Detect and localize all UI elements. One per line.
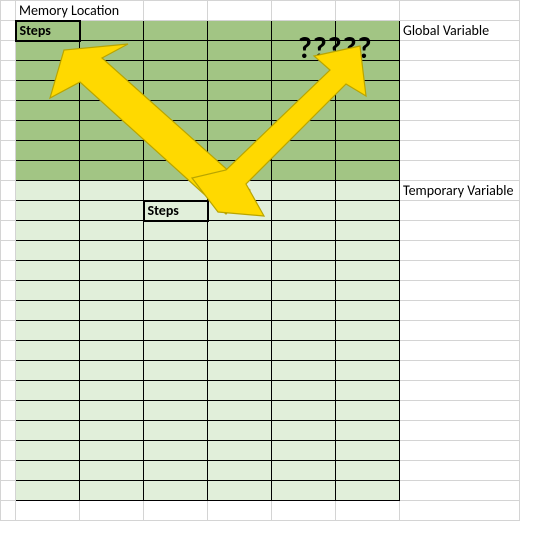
steps-cell-temporary: Steps [144,201,208,221]
page-title: Memory Location [16,1,144,21]
spreadsheet-grid: Memory Location Steps Global Variable Te… [0,0,520,521]
label-temporary-variable: Temporary Variable [400,181,520,201]
steps-cell-global: Steps [16,21,80,41]
label-global-variable: Global Variable [400,21,520,41]
